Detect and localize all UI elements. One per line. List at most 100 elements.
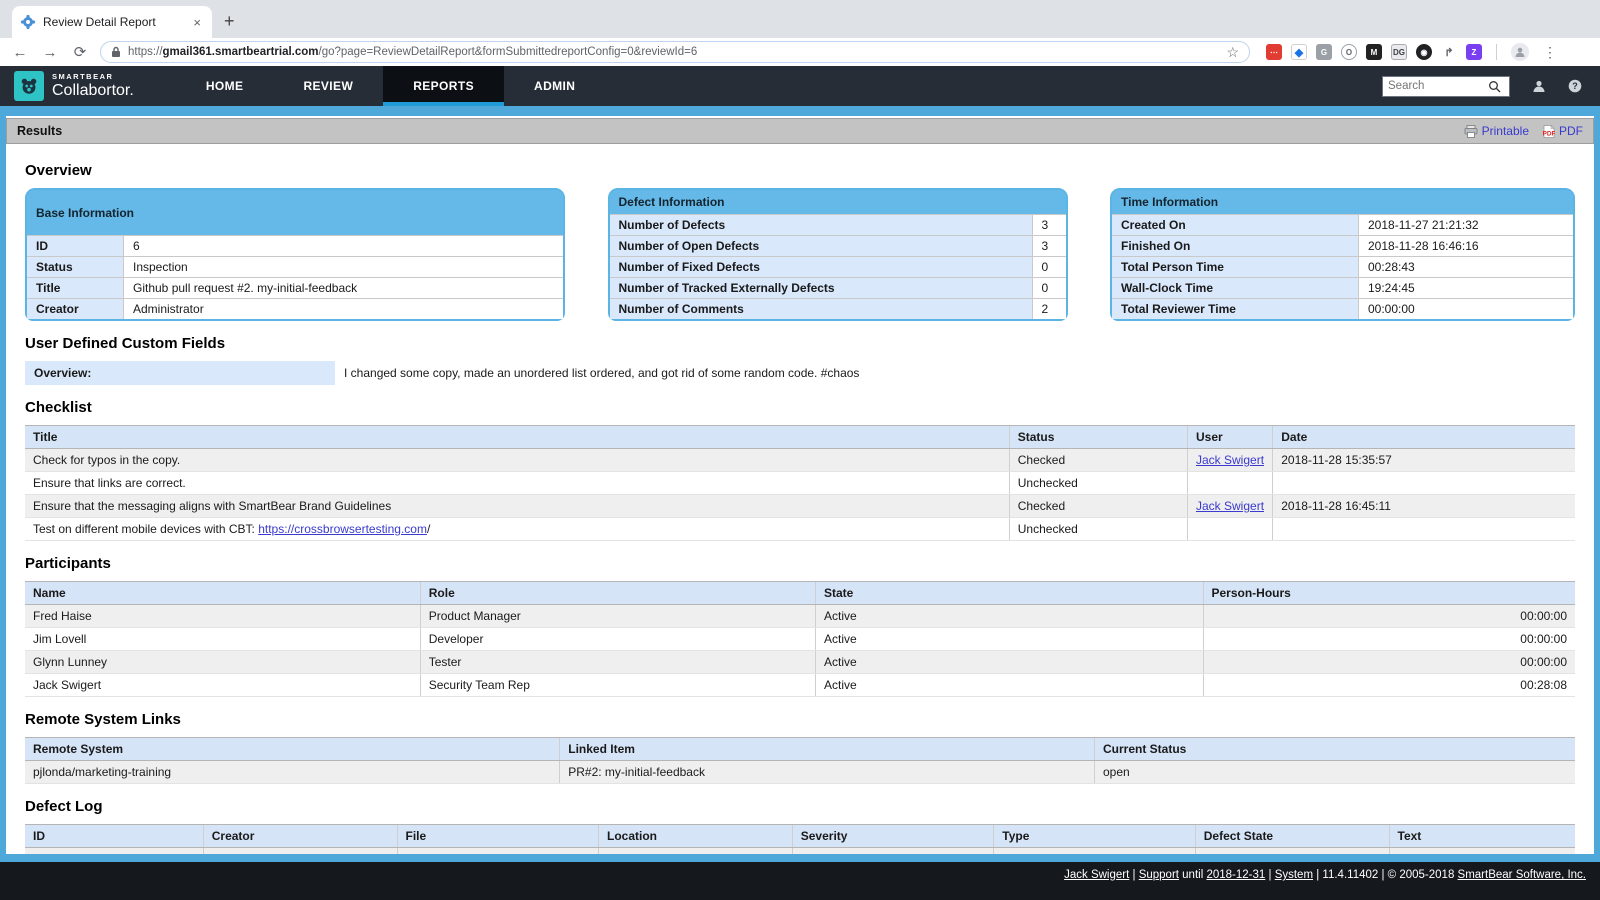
- participant-state: Active: [816, 605, 1204, 628]
- column-header-location: Location: [599, 825, 793, 848]
- results-actions: Printable PDF PDF: [1464, 124, 1583, 138]
- table-row: Total Reviewer Time00:00:00: [1112, 298, 1573, 319]
- user-icon[interactable]: [1532, 79, 1546, 93]
- extension-icon-9[interactable]: Z: [1466, 44, 1482, 60]
- defect-creator-link[interactable]: Jack Swigert: [212, 852, 280, 862]
- row-label: Wall-Clock Time: [1112, 277, 1359, 298]
- table-row: TitleGithub pull request #2. my-initial-…: [27, 277, 563, 298]
- row-value: Github pull request #2. my-initial-feedb…: [124, 277, 563, 298]
- defect-state: Open: [1195, 848, 1389, 863]
- footer-separator: |: [1313, 869, 1322, 881]
- footer-support-link[interactable]: Support: [1139, 869, 1179, 881]
- help-icon[interactable]: ?: [1568, 79, 1582, 93]
- checklist-status: Unchecked: [1009, 472, 1187, 495]
- extension-icon-6[interactable]: DG: [1391, 44, 1407, 60]
- table-row: Created On2018-11-27 21:21:32: [1112, 214, 1573, 235]
- extension-icon-8[interactable]: ↱: [1441, 44, 1457, 60]
- chrome-menu-icon[interactable]: ⋮: [1539, 44, 1561, 61]
- tab-close-icon[interactable]: ×: [190, 15, 204, 30]
- user-link[interactable]: Jack Swigert: [1196, 499, 1264, 513]
- participant-hours: 00:00:00: [1203, 651, 1575, 674]
- row-value: 3: [1032, 235, 1066, 256]
- footer-copyright: © 2005-2018: [1388, 869, 1458, 881]
- new-tab-button[interactable]: +: [224, 11, 235, 32]
- extension-icon-7[interactable]: ◉: [1416, 44, 1432, 60]
- participant-role: Tester: [420, 651, 815, 674]
- extension-icon-3[interactable]: G: [1316, 44, 1332, 60]
- extension-icon-4[interactable]: O: [1341, 44, 1357, 60]
- footer-support-date-link[interactable]: 2018-12-31: [1206, 869, 1265, 881]
- row-label: Number of Comments: [610, 298, 1032, 319]
- current-status-value: open: [1095, 761, 1576, 784]
- pdf-link[interactable]: PDF PDF: [1543, 124, 1583, 138]
- footer-separator: |: [1265, 869, 1274, 881]
- checklist-date: 2018-11-28 15:35:57: [1273, 449, 1575, 472]
- printable-label[interactable]: Printable: [1482, 124, 1529, 138]
- table-row: Number of Fixed Defects0: [610, 256, 1066, 277]
- column-header-type: Type: [994, 825, 1196, 848]
- overview-tables: Base Information ID6 StatusInspection Ti…: [25, 188, 1575, 321]
- row-label: Status: [27, 256, 124, 277]
- linked-item-value: PR#2: my-initial-feedback: [560, 761, 1095, 784]
- table-row: Test on different mobile devices with CB…: [25, 518, 1575, 541]
- row-label: Creator: [27, 298, 124, 319]
- checklist-title: Test on different mobile devices with CB…: [25, 518, 1009, 541]
- defect-id-link[interactable]: 1: [188, 852, 195, 862]
- bookmark-star-icon[interactable]: ☆: [1226, 44, 1239, 61]
- app-footer: Jack Swigert | Support until 2018-12-31 …: [0, 862, 1600, 900]
- footer-company-link[interactable]: SmartBear Software, Inc.: [1458, 869, 1586, 881]
- row-label: Number of Defects: [610, 214, 1032, 235]
- participant-hours: 00:00:00: [1203, 605, 1575, 628]
- column-header-user: User: [1188, 426, 1273, 449]
- reload-icon[interactable]: ⟳: [70, 45, 90, 60]
- row-value: 2018-11-28 16:46:16: [1359, 235, 1573, 256]
- browser-tab[interactable]: Review Detail Report ×: [12, 6, 212, 38]
- checklist-date: [1273, 472, 1575, 495]
- search-input[interactable]: [1388, 80, 1488, 92]
- row-value: 00:28:43: [1359, 256, 1573, 277]
- nav-item-home[interactable]: HOME: [176, 66, 274, 106]
- footer-system-link[interactable]: System: [1275, 869, 1313, 881]
- extension-icon-2[interactable]: ◆: [1291, 44, 1307, 60]
- remote-links-heading: Remote System Links: [25, 711, 1575, 728]
- column-header-id: ID: [25, 825, 203, 848]
- nav-item-admin[interactable]: ADMIN: [504, 66, 605, 106]
- nav-item-review[interactable]: REVIEW: [273, 66, 383, 106]
- printable-link[interactable]: Printable: [1464, 124, 1529, 138]
- table-row: Number of Defects3: [610, 214, 1066, 235]
- table-row: ID6: [27, 235, 563, 256]
- participant-role: Product Manager: [420, 605, 815, 628]
- back-icon[interactable]: ←: [10, 45, 30, 60]
- page-frame: Results Printable PDF PDF Overview Base …: [0, 106, 1600, 862]
- brand-logo[interactable]: SMARTBEAR Collabortor.: [0, 66, 148, 106]
- defect-text: This is a bad idea: [1389, 848, 1575, 863]
- search-icon[interactable]: [1488, 80, 1501, 93]
- extension-icons: ⋯ ◆ G O M DG ◉ ↱ Z: [1266, 44, 1482, 60]
- column-header-person-hours: Person-Hours: [1203, 582, 1575, 605]
- svg-text:PDF: PDF: [1543, 130, 1555, 137]
- footer-user-link[interactable]: Jack Swigert: [1064, 869, 1129, 881]
- forward-icon[interactable]: →: [40, 45, 60, 60]
- app-header: SMARTBEAR Collabortor. HOME REVIEW REPOR…: [0, 66, 1600, 106]
- row-label: Total Person Time: [1112, 256, 1359, 277]
- checklist-status: Unchecked: [1009, 518, 1187, 541]
- column-header-state: State: [816, 582, 1204, 605]
- browser-profile-avatar[interactable]: [1511, 43, 1529, 61]
- extension-icon-5[interactable]: M: [1366, 44, 1382, 60]
- participant-role: Developer: [420, 628, 815, 651]
- user-link[interactable]: Jack Swigert: [1196, 453, 1264, 467]
- url-bar[interactable]: https://gmail361.smartbeartrial.com/go?p…: [100, 41, 1250, 63]
- column-header-name: Name: [25, 582, 420, 605]
- nav-item-reports[interactable]: REPORTS: [383, 66, 504, 106]
- table-row: Finished On2018-11-28 16:46:16: [1112, 235, 1573, 256]
- column-header-creator: Creator: [203, 825, 397, 848]
- cbt-url-link[interactable]: https://crossbrowsertesting.com: [258, 522, 427, 536]
- search-box[interactable]: [1382, 76, 1510, 97]
- pdf-label[interactable]: PDF: [1559, 124, 1583, 138]
- participant-name: Jack Swigert: [25, 674, 420, 697]
- participant-state: Active: [816, 674, 1204, 697]
- table-header-row: Title Status User Date: [25, 426, 1575, 449]
- extension-icon-1[interactable]: ⋯: [1266, 44, 1282, 60]
- footer-separator: |: [1129, 869, 1138, 881]
- row-label: Number of Tracked Externally Defects: [610, 277, 1032, 298]
